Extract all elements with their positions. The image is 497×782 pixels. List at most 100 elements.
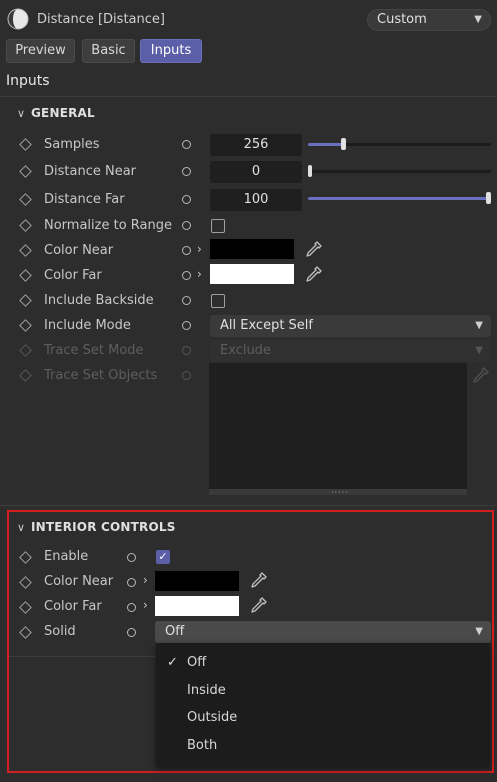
keyframe-diamond-icon[interactable] [19,165,32,178]
keyframe-diamond-icon[interactable] [19,269,32,282]
eyedropper-icon[interactable] [250,571,268,589]
distance-near-slider-knob[interactable] [308,165,312,177]
chevron-down-icon: ▼ [474,14,482,25]
page-title: Inputs [6,73,50,89]
chevron-down-icon: ▼ [475,345,483,356]
include-mode-dropdown[interactable]: All Except Self ▼ [210,315,491,337]
samples-label: Samples [44,137,100,152]
keyframe-diamond-icon[interactable] [19,193,32,206]
divider [0,96,497,97]
eyedropper-icon[interactable] [305,265,323,283]
keyframe-diamond-icon[interactable] [19,244,32,257]
tab-preview[interactable]: Preview [6,39,75,63]
animate-circle-icon[interactable] [127,553,136,562]
distance-far-slider-knob[interactable] [486,192,491,204]
include-backside-checkbox[interactable] [211,294,225,308]
distance-near-field[interactable]: 0 [210,161,302,183]
interior-color-far-label: Color Far [44,599,102,614]
include-mode-label: Include Mode [44,318,131,333]
grip-icon[interactable]: ····· [331,489,349,497]
distance-near-slider[interactable] [308,170,491,173]
include-mode-value: All Except Self [220,318,313,333]
tab-label: Inputs [150,43,192,58]
chevron-right-icon[interactable]: › [143,598,148,612]
enable-label: Enable [44,549,89,564]
samples-slider-fill [308,143,344,146]
group-general-header[interactable]: ∨ GENERAL [17,106,95,120]
samples-field[interactable]: 256 [210,134,302,156]
animate-circle-icon[interactable] [182,246,191,255]
distance-far-slider[interactable] [308,197,488,200]
chevron-down-icon: ▼ [475,320,483,331]
animate-circle-icon [182,371,191,380]
samples-slider-knob[interactable] [341,138,346,150]
keyframe-diamond-icon [19,344,32,357]
group-interior-header[interactable]: ∨ INTERIOR CONTROLS [17,520,176,534]
animate-circle-icon[interactable] [182,140,191,149]
animate-circle-icon [182,346,191,355]
chevron-right-icon[interactable]: › [197,242,202,256]
trace-set-mode-value: Exclude [220,343,271,358]
keyframe-diamond-icon [19,369,32,382]
solid-value: Off [165,624,185,639]
chevron-right-icon[interactable]: › [143,573,148,587]
preset-value: Custom [377,12,427,27]
eyedropper-icon[interactable] [250,596,268,614]
app-logo-icon [7,8,29,30]
trace-set-mode-dropdown: Exclude ▼ [210,340,491,362]
animate-circle-icon[interactable] [182,167,191,176]
trace-set-objects-label: Trace Set Objects [44,368,158,383]
preset-dropdown[interactable]: Custom ▼ [367,9,491,31]
distance-far-field[interactable]: 100 [210,189,302,211]
solid-dropdown[interactable]: Off ▼ [155,621,491,643]
tab-basic[interactable]: Basic [82,39,135,63]
chevron-right-icon[interactable]: › [197,267,202,281]
enable-checkbox[interactable]: ✓ [156,550,170,564]
tab-inputs[interactable]: Inputs [140,39,202,63]
color-far-label: Color Far [44,268,102,283]
keyframe-diamond-icon[interactable] [19,219,32,232]
color-near-label: Color Near [44,243,114,258]
menu-item-outside[interactable]: Outside [187,710,237,725]
menu-item-off[interactable]: Off [187,655,206,670]
eyedropper-icon[interactable] [305,240,323,258]
trace-set-mode-label: Trace Set Mode [44,343,144,358]
menu-item-both[interactable]: Both [187,738,217,753]
checkmark-icon: ✓ [167,655,178,670]
color-far-swatch[interactable] [210,264,294,284]
divider [9,656,155,657]
animate-circle-icon[interactable] [182,221,191,230]
animate-circle-icon[interactable] [182,321,191,330]
chevron-down-icon: ▼ [475,626,483,637]
divider [0,505,497,506]
distance-near-label: Distance Near [44,164,137,179]
keyframe-diamond-icon[interactable] [19,138,32,151]
tab-label: Preview [15,43,66,58]
group-title: INTERIOR CONTROLS [31,520,176,534]
interior-color-near-label: Color Near [44,574,114,589]
trace-set-objects-list [209,363,467,489]
node-title: Distance [Distance] [37,12,165,27]
keyframe-diamond-icon[interactable] [19,294,32,307]
menu-item-inside[interactable]: Inside [187,683,226,698]
interior-color-near-swatch[interactable] [155,571,239,591]
animate-circle-icon[interactable] [127,628,136,637]
eyedropper-icon [473,367,489,383]
include-backside-label: Include Backside [44,293,154,308]
animate-circle-icon[interactable] [127,578,136,587]
animate-circle-icon[interactable] [182,271,191,280]
keyframe-diamond-icon[interactable] [19,319,32,332]
animate-circle-icon[interactable] [127,603,136,612]
normalize-checkbox[interactable] [211,219,225,233]
normalize-label: Normalize to Range [44,218,172,233]
chevron-down-icon: ∨ [17,521,26,534]
tab-label: Basic [91,43,126,58]
interior-color-far-swatch[interactable] [155,596,239,616]
color-near-swatch[interactable] [210,239,294,259]
distance-far-label: Distance Far [44,192,125,207]
animate-circle-icon[interactable] [182,195,191,204]
solid-label: Solid [44,624,76,639]
animate-circle-icon[interactable] [182,296,191,305]
group-title: GENERAL [31,106,95,120]
chevron-down-icon: ∨ [17,107,26,120]
